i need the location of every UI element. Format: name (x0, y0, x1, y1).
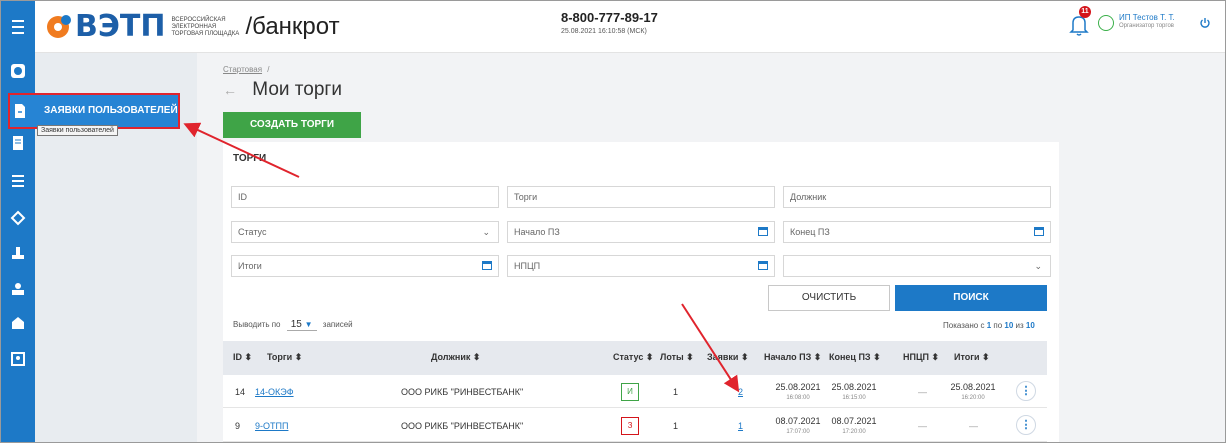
gavel-icon[interactable] (10, 210, 26, 226)
calendar-icon[interactable] (1034, 226, 1044, 236)
page-title: Мои торги (252, 79, 342, 100)
auction-icon[interactable] (10, 245, 26, 261)
per-page-select[interactable]: 15 ▼ (286, 319, 317, 331)
start-pz-label: Начало ПЗ (514, 227, 560, 237)
cell-results: — (969, 421, 978, 431)
user-role: Организатор торгов (1119, 23, 1174, 29)
start-pz-date-input[interactable]: Начало ПЗ (507, 221, 775, 243)
site-logo[interactable]: ВЭТП Всероссийская электронная торговая … (47, 11, 340, 43)
arrow-left-icon[interactable]: ← (223, 82, 237, 98)
status-badge: И (621, 383, 639, 401)
cell-torgi-link[interactable]: 14-ОКЭФ (255, 387, 294, 397)
calendar-icon[interactable] (758, 260, 768, 270)
power-icon[interactable] (1199, 17, 1211, 29)
cell-start-pz: 25.08.2021 16:08:00 (775, 382, 821, 401)
debtor-filter-input[interactable]: Должник (783, 186, 1051, 208)
breadcrumb-home-link[interactable]: Стартовая (223, 65, 262, 74)
hamburger-menu-icon[interactable] (1, 1, 35, 53)
table-row: 14 14-ОКЭФ ООО РИКБ "РИНВЕСТБАНК" И 1 2 … (223, 375, 1047, 408)
cell-end-pz: 25.08.2021 16:15:00 (831, 382, 877, 401)
chevron-down-icon: ⌄ (482, 227, 490, 237)
file-icon (15, 104, 25, 118)
column-header-id[interactable]: ID ⬍ (233, 352, 252, 363)
column-header-status[interactable]: Статус ⬍ (613, 352, 653, 363)
column-header-end-pz[interactable]: Конец ПЗ ⬍ (829, 352, 881, 363)
notification-badge: 11 (1079, 6, 1091, 18)
cell-lots: 1 (673, 421, 679, 431)
logo-suffix: /банкрот (245, 13, 340, 40)
server-datetime: 25.08.2021 16:10:58 (МСК) (561, 28, 647, 35)
user-avatar-icon[interactable] (1098, 15, 1114, 31)
pagination-info: Показано с 1 по 10 из 10 (943, 321, 1035, 330)
create-auction-button[interactable]: Создать торги (223, 112, 361, 138)
npcp-label: НПЦП (514, 261, 541, 271)
logo-word: ВЭТП (75, 9, 166, 44)
calendar-icon[interactable] (482, 260, 492, 270)
cell-debtor: ООО РИКБ "РИНВЕСТБАНК" (401, 387, 524, 397)
end-pz-date-input[interactable]: Конец ПЗ (783, 221, 1051, 243)
clear-button[interactable]: ОЧИСТИТЬ (768, 285, 890, 311)
breadcrumb-separator: / (267, 65, 270, 74)
top-header: ВЭТП Всероссийская электронная торговая … (1, 1, 1225, 53)
status-select-label: Статус (238, 227, 267, 237)
page-title-block: ← Мои торги (223, 79, 342, 101)
npcp-date-input[interactable]: НПЦП (507, 255, 775, 277)
cell-end-pz: 08.07.2021 17:20:00 (831, 416, 877, 435)
contacts-icon[interactable] (10, 351, 26, 367)
results-date-input[interactable]: Итоги (231, 255, 499, 277)
id-filter-input[interactable]: ID (231, 186, 499, 208)
table-header: ID ⬍ Торги ⬍ Должник ⬍ Статус ⬍ Лоты ⬍ З… (223, 341, 1047, 375)
status-badge: З (621, 417, 639, 435)
contact-block: 8-800-777-89-17 25.08.2021 16:10:58 (МСК… (561, 10, 658, 35)
column-header-npcp[interactable]: НПЦП ⬍ (903, 352, 939, 363)
column-header-debtor[interactable]: Должник ⬍ (431, 352, 480, 363)
phone-number: 8-800-777-89-17 (561, 10, 658, 25)
logo-icon[interactable] (10, 63, 26, 79)
results-label: Итоги (238, 261, 262, 271)
column-header-lots[interactable]: Лоты ⬍ (660, 352, 694, 363)
cell-id: 9 (235, 421, 241, 431)
sidebar-item-label: ЗАЯВКИ ПОЛЬЗОВАТЕЛЕЙ (44, 105, 178, 116)
cell-start-pz: 08.07.2021 17:07:00 (775, 416, 821, 435)
document-icon[interactable] (10, 135, 26, 151)
cell-results: 25.08.2021 16:20:00 (950, 382, 996, 401)
end-pz-label: Конец ПЗ (790, 227, 830, 237)
column-header-results[interactable]: Итоги ⬍ (954, 352, 990, 363)
section-title: ТОРГИ (233, 153, 267, 164)
logo-subtitle: Всероссийская электронная торговая площа… (171, 16, 240, 37)
table-row: 9 9-ОТПП ООО РИКБ "РИНВЕСТБАНК" З 1 1 08… (223, 409, 1047, 442)
per-page-control: Выводить по 15 ▼ записей (233, 319, 353, 331)
cell-bids-link[interactable]: 2 (738, 387, 743, 397)
cell-npcp: — (918, 421, 927, 431)
per-page-suffix: записей (322, 320, 353, 329)
column-header-torgi[interactable]: Торги ⬍ (267, 352, 302, 363)
chevron-down-icon: ⌄ (1034, 261, 1042, 271)
breadcrumb: Стартовая / (223, 65, 270, 74)
extra-select[interactable]: ⌄ (783, 255, 1051, 277)
search-button[interactable]: ПОИСК (895, 285, 1047, 311)
column-header-start-pz[interactable]: Начало ПЗ ⬍ (764, 352, 821, 363)
app-window: ВЭТП Всероссийская электронная торговая … (0, 0, 1226, 443)
building-icon[interactable] (10, 315, 26, 331)
cell-lots: 1 (673, 387, 679, 397)
column-header-bids[interactable]: Заявки ⬍ (707, 352, 749, 363)
calendar-icon[interactable] (758, 226, 768, 236)
per-page-prefix: Выводить по (233, 320, 281, 329)
status-select[interactable]: Статус ⌄ (231, 221, 499, 243)
more-actions-icon[interactable]: ⋮ (1016, 415, 1036, 435)
cell-bids-link[interactable]: 1 (738, 421, 743, 431)
cell-npcp: — (918, 387, 927, 397)
list-icon[interactable] (10, 173, 26, 189)
cell-debtor: ООО РИКБ "РИНВЕСТБАНК" (401, 421, 524, 431)
cell-id: 14 (235, 387, 246, 397)
torgi-filter-input[interactable]: Торги (507, 186, 775, 208)
sidebar-item-user-requests[interactable]: ЗАЯВКИ ПОЛЬЗОВАТЕЛЕЙ (8, 93, 180, 129)
logo-mark-icon (47, 15, 71, 38)
auction-alt-icon[interactable] (10, 281, 26, 297)
user-name[interactable]: ИП Тестов Т. Т. (1119, 13, 1175, 22)
more-actions-icon[interactable]: ⋮ (1016, 381, 1036, 401)
chevron-down-icon: ▼ (304, 320, 313, 329)
tooltip: Заявки пользователей (37, 125, 118, 136)
cell-torgi-link[interactable]: 9-ОТПП (255, 421, 288, 431)
